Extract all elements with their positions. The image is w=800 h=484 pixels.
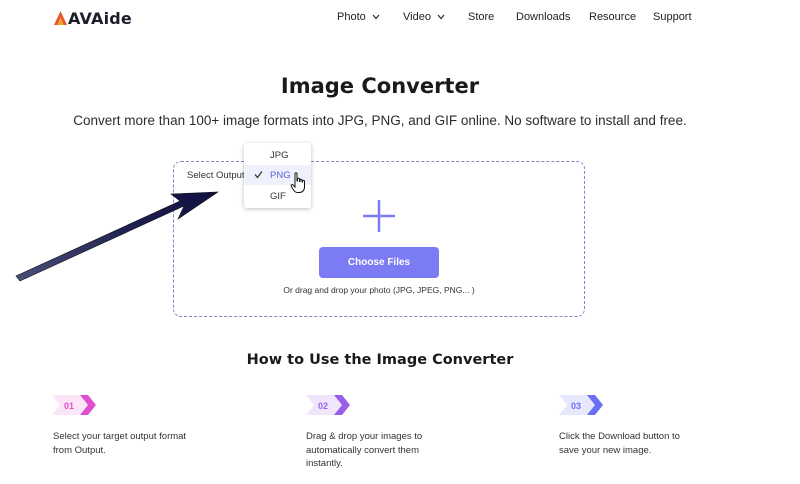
nav-item-store[interactable]: Store <box>468 11 494 23</box>
howto-title: How to Use the Image Converter <box>246 352 514 368</box>
nav-item-resource[interactable]: Resource <box>589 11 636 23</box>
nav-item-video[interactable]: Video <box>403 11 445 23</box>
upload-dropzone[interactable]: Select Output Format Choose Files Or dra… <box>173 161 585 317</box>
dropdown-option-label: PNG <box>270 169 291 181</box>
step-2-badge-icon <box>306 395 350 415</box>
step-2-text: Drag & drop your images to automatically… <box>306 430 422 471</box>
hand-cursor-icon <box>290 172 305 193</box>
step-1-number: 01 <box>64 401 75 411</box>
choose-files-button[interactable]: Choose Files <box>319 247 439 278</box>
drag-drop-hint: Or drag and drop your photo (JPG, JPEG, … <box>283 285 475 295</box>
nav-item-label: Photo <box>337 11 366 23</box>
nav-item-photo[interactable]: Photo <box>337 11 380 23</box>
step-3-badge-icon <box>559 395 603 415</box>
nav-item-label: Resource <box>589 11 637 23</box>
step-3-number: 03 <box>571 401 582 411</box>
step-2-line-3: instantly. <box>306 458 343 469</box>
step-3-text: Click the Download button to save your n… <box>559 430 680 457</box>
page-title: Image Converter <box>280 74 480 98</box>
chevron-down-icon <box>372 14 380 20</box>
step-3-line-2: save your new image. <box>559 444 652 456</box>
check-icon <box>254 171 263 179</box>
nav-item-label: Downloads <box>516 11 571 23</box>
step-1-text: Select your target output format from Ou… <box>53 430 186 457</box>
nav-item-downloads[interactable]: Downloads <box>516 11 570 23</box>
step-2-line-2: automatically convert them <box>306 444 419 456</box>
step-3-line-1: Click the Download button to <box>559 431 680 442</box>
nav-item-label: Support <box>653 11 692 23</box>
dropdown-option-jpg[interactable]: JPG <box>244 145 311 165</box>
nav-item-label: Store <box>468 11 495 23</box>
dropdown-option-label: GIF <box>270 190 286 202</box>
nav-item-label: Video <box>403 11 431 23</box>
plus-icon[interactable] <box>362 199 396 233</box>
dropdown-option-label: JPG <box>270 149 289 161</box>
logo-text: AVAide <box>68 8 132 28</box>
site-logo[interactable]: AVAide <box>54 8 132 28</box>
step-1-line-2: from Output. <box>53 444 106 456</box>
step-1-line-1: Select your target output format <box>53 431 187 442</box>
chevron-down-icon <box>437 14 445 20</box>
step-2-line-1: Drag & drop your images to <box>306 431 423 442</box>
logo-mark-icon <box>54 11 67 25</box>
page-subtitle: Convert more than 100+ image formats int… <box>73 113 687 128</box>
step-2-number: 02 <box>318 401 329 411</box>
nav-item-support[interactable]: Support <box>653 11 692 23</box>
step-1-badge-icon <box>52 395 96 415</box>
